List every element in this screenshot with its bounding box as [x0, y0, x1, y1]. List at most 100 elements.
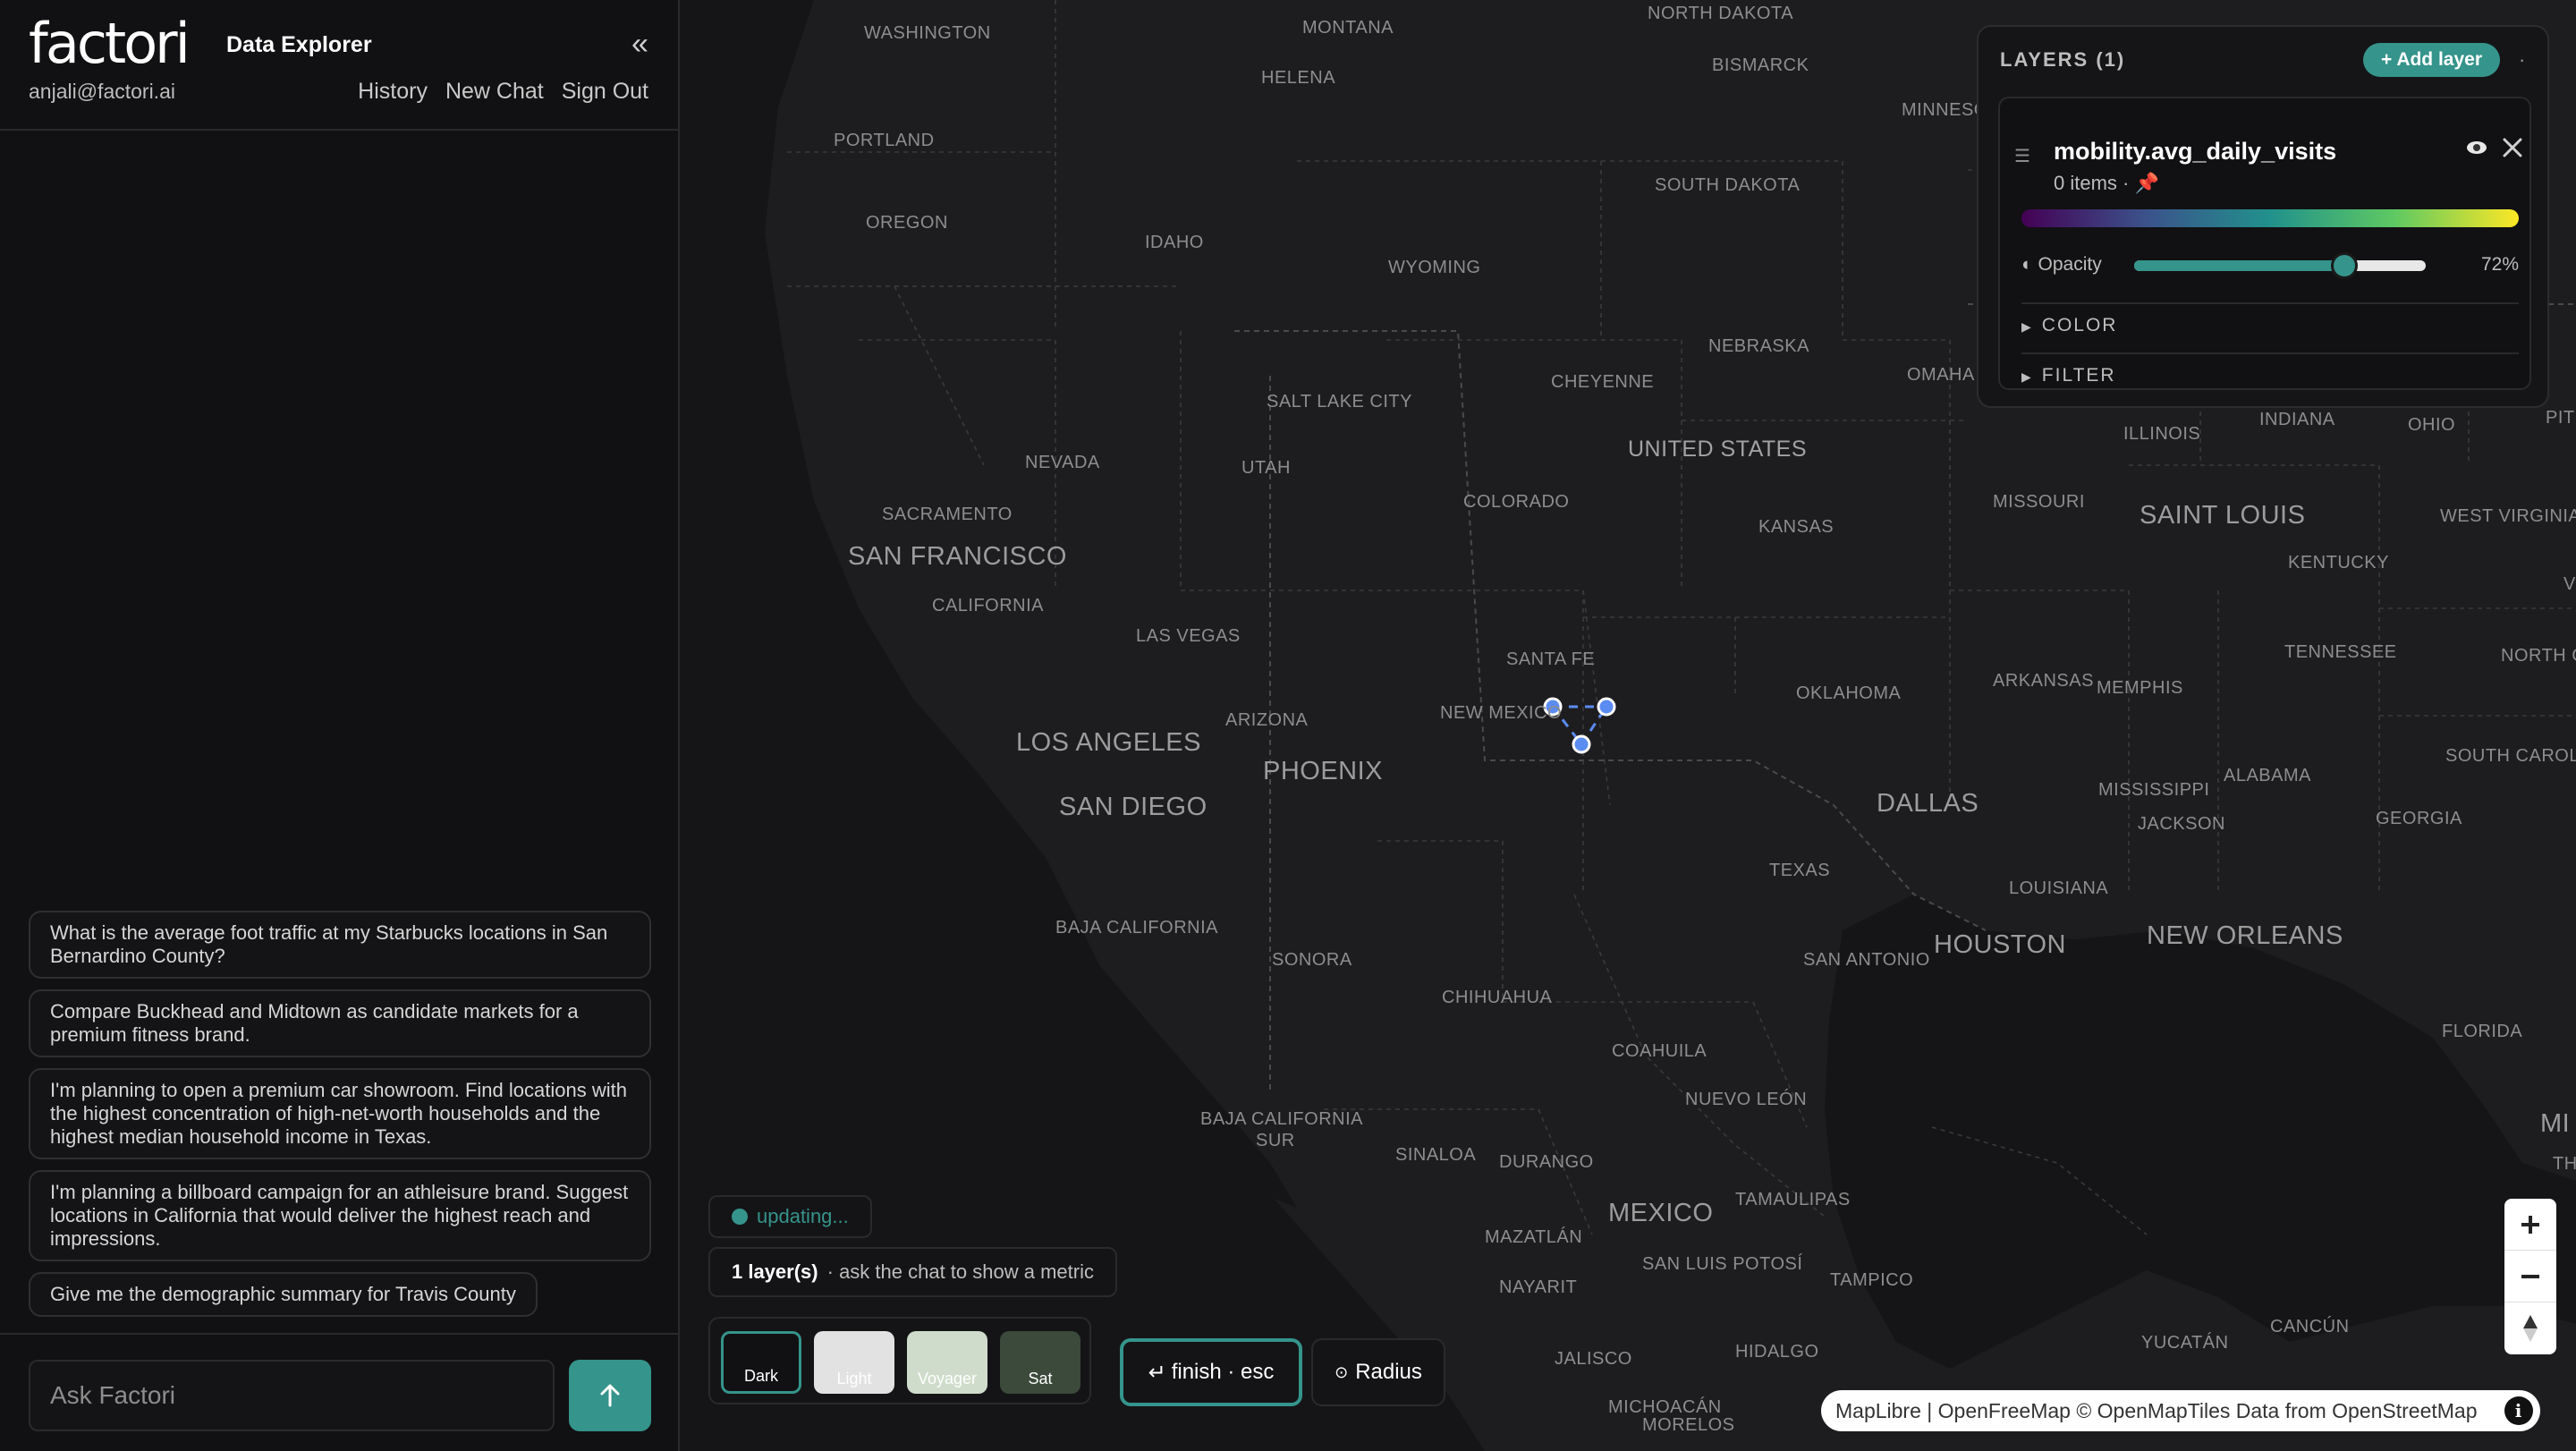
style-sat-option[interactable]: Sat — [1000, 1331, 1080, 1394]
opacity-slider-fill — [2134, 260, 2344, 271]
filter-section-toggle[interactable]: ▶ FILTER — [2021, 352, 2519, 386]
map-label: SOUTH CAROLIN — [2445, 746, 2576, 766]
map-label: ARKANSAS — [1993, 671, 2094, 691]
map-label: MONTANA — [1302, 18, 1394, 38]
layer-item-count: 0 items · 📌 — [2054, 172, 2159, 195]
style-light-label: Light — [836, 1370, 872, 1387]
map-label: SAINT LOUIS — [2140, 501, 2306, 530]
map-label: DURANGO — [1499, 1152, 1594, 1172]
layer-name: mobility.avg_daily_visits — [2054, 138, 2337, 165]
suggestion-chip[interactable]: Give me the demographic summary for Trav… — [29, 1272, 538, 1317]
return-icon: ↵ — [1148, 1360, 1166, 1385]
map-label: CALIFORNIA — [932, 596, 1045, 615]
opacity-label-text: Opacity — [2038, 254, 2102, 275]
map-label: CANCÚN — [2270, 1317, 2350, 1336]
attribution-text[interactable]: MapLibre | OpenFreeMap © OpenMapTiles Da… — [1835, 1399, 2478, 1423]
visibility-toggle[interactable] — [2465, 138, 2488, 162]
map-label: HIDALGO — [1735, 1342, 1819, 1362]
map-label: OKLAHOMA — [1796, 683, 1902, 703]
map-label: LOUISIANA — [2009, 878, 2109, 898]
map-label: JALISCO — [1555, 1349, 1632, 1369]
color-section-label: COLOR — [2041, 315, 2118, 335]
map-label: YUCATÁN — [2141, 1333, 2229, 1353]
map-label: NORTH DAKOTA — [1648, 4, 1794, 23]
map-label: PHOENIX — [1263, 757, 1384, 785]
color-section-toggle[interactable]: ▶ COLOR — [2021, 302, 2519, 336]
app-title: Data Explorer — [226, 32, 372, 57]
style-light-option[interactable]: Light — [814, 1331, 894, 1394]
user-email: anjali@factori.ai — [29, 80, 175, 103]
opacity-slider[interactable] — [2134, 252, 2426, 279]
map-label: TENNESSEE — [2284, 642, 2397, 662]
radius-button[interactable]: ⊙ Radius — [1311, 1338, 1445, 1406]
map-label: SAN LUIS POTOSÍ — [1642, 1254, 1803, 1274]
map-label: TAMAULIPAS — [1735, 1190, 1851, 1209]
map-label: TEXAS — [1769, 861, 1831, 880]
panel-menu-button[interactable]: · — [2519, 48, 2525, 72]
map-label: NEW MEXICO — [1440, 703, 1563, 723]
caret-right-icon: ▶ — [2021, 319, 2031, 334]
chat-composer — [0, 1333, 678, 1451]
map-label: OMAHA — [1907, 365, 1975, 385]
map-label: UTAH — [1241, 458, 1291, 478]
map-label: JACKSON — [2138, 814, 2225, 834]
history-link[interactable]: History — [358, 79, 428, 105]
send-button[interactable] — [569, 1360, 651, 1431]
compass-button[interactable] — [2504, 1303, 2556, 1354]
map-label: ALABAMA — [2224, 766, 2311, 785]
map-label: MINNESO — [1902, 100, 1988, 120]
suggestion-chip[interactable]: I'm planning a billboard campaign for an… — [29, 1170, 651, 1261]
map-label: MORELOS — [1642, 1415, 1735, 1435]
compass-icon — [2523, 1315, 2538, 1342]
remove-layer-button[interactable] — [2501, 136, 2524, 164]
map-label: GEORGIA — [2376, 809, 2462, 828]
layer-hint: · ask the chat to show a metric — [826, 1260, 1094, 1283]
map-label: OHIO — [2408, 415, 2456, 435]
opacity-control: ◐ Opacity 72% — [2021, 252, 2519, 279]
arrow-up-icon — [600, 1384, 620, 1407]
chat-input[interactable] — [29, 1360, 555, 1431]
chat-sidebar: factori Data Explorer anjali@factori.ai … — [0, 0, 680, 1451]
suggestion-chip[interactable]: I'm planning to open a premium car showr… — [29, 1068, 651, 1159]
zoom-out-button[interactable] — [2504, 1251, 2556, 1303]
map-label: CHEYENNE — [1551, 372, 1655, 392]
sign-out-link[interactable]: Sign Out — [562, 79, 648, 105]
style-voyager-option[interactable]: Voyager — [907, 1331, 987, 1394]
suggestion-chip[interactable]: What is the average foot traffic at my S… — [29, 911, 651, 979]
map-label: BAJA CALIFORNIA — [1200, 1109, 1363, 1129]
eye-icon — [2467, 141, 2487, 154]
style-sat-label: Sat — [1028, 1370, 1053, 1387]
map-label: INDIANA — [2259, 410, 2335, 429]
map-attribution: MapLibre | OpenFreeMap © OpenMapTiles Da… — [1821, 1390, 2540, 1431]
status-text: updating... — [757, 1205, 849, 1227]
map-label: COAHUILA — [1612, 1041, 1707, 1061]
zoom-in-button[interactable] — [2504, 1199, 2556, 1251]
filter-section-label: FILTER — [2041, 365, 2116, 386]
map-label: HOUSTON — [1934, 930, 2066, 959]
finish-drawing-button[interactable]: ↵ finish · esc — [1120, 1338, 1302, 1406]
map-label: SAN ANTONIO — [1803, 950, 1930, 970]
drag-handle-icon[interactable]: ☰ — [2014, 145, 2030, 167]
opacity-slider-thumb[interactable] — [2330, 252, 2358, 279]
info-icon[interactable]: i — [2504, 1396, 2533, 1425]
header-nav: History New Chat Sign Out — [358, 79, 648, 105]
map-label: NEW ORLEANS — [2147, 921, 2343, 950]
style-dark-option[interactable]: Dark — [721, 1331, 801, 1394]
map-label: NEBRASKA — [1708, 336, 1809, 356]
map-label: WEST VIRGINIA — [2440, 506, 2576, 526]
collapse-sidebar-button[interactable]: « — [631, 27, 648, 62]
map-label: MAZATLÁN — [1485, 1227, 1583, 1247]
map-label: KANSAS — [1758, 517, 1835, 537]
map-label: UNITED STATES — [1628, 437, 1808, 462]
plus-icon — [2521, 1215, 2539, 1234]
new-chat-link[interactable]: New Chat — [445, 79, 544, 105]
basemap-style-switcher: Dark Light Voyager Sat — [708, 1317, 1091, 1404]
map-label: KENTUCKY — [2288, 553, 2389, 573]
add-layer-button[interactable]: + Add layer — [2363, 43, 2501, 77]
suggestion-chip[interactable]: Compare Buckhead and Midtown as candidat… — [29, 989, 651, 1057]
map-label: TAMPICO — [1830, 1270, 1914, 1290]
map-label: FLORIDA — [2442, 1022, 2523, 1041]
map-label: DALLAS — [1877, 789, 1979, 818]
pin-icon[interactable]: 📌 — [2134, 172, 2158, 194]
radius-label: Radius — [1355, 1360, 1422, 1384]
